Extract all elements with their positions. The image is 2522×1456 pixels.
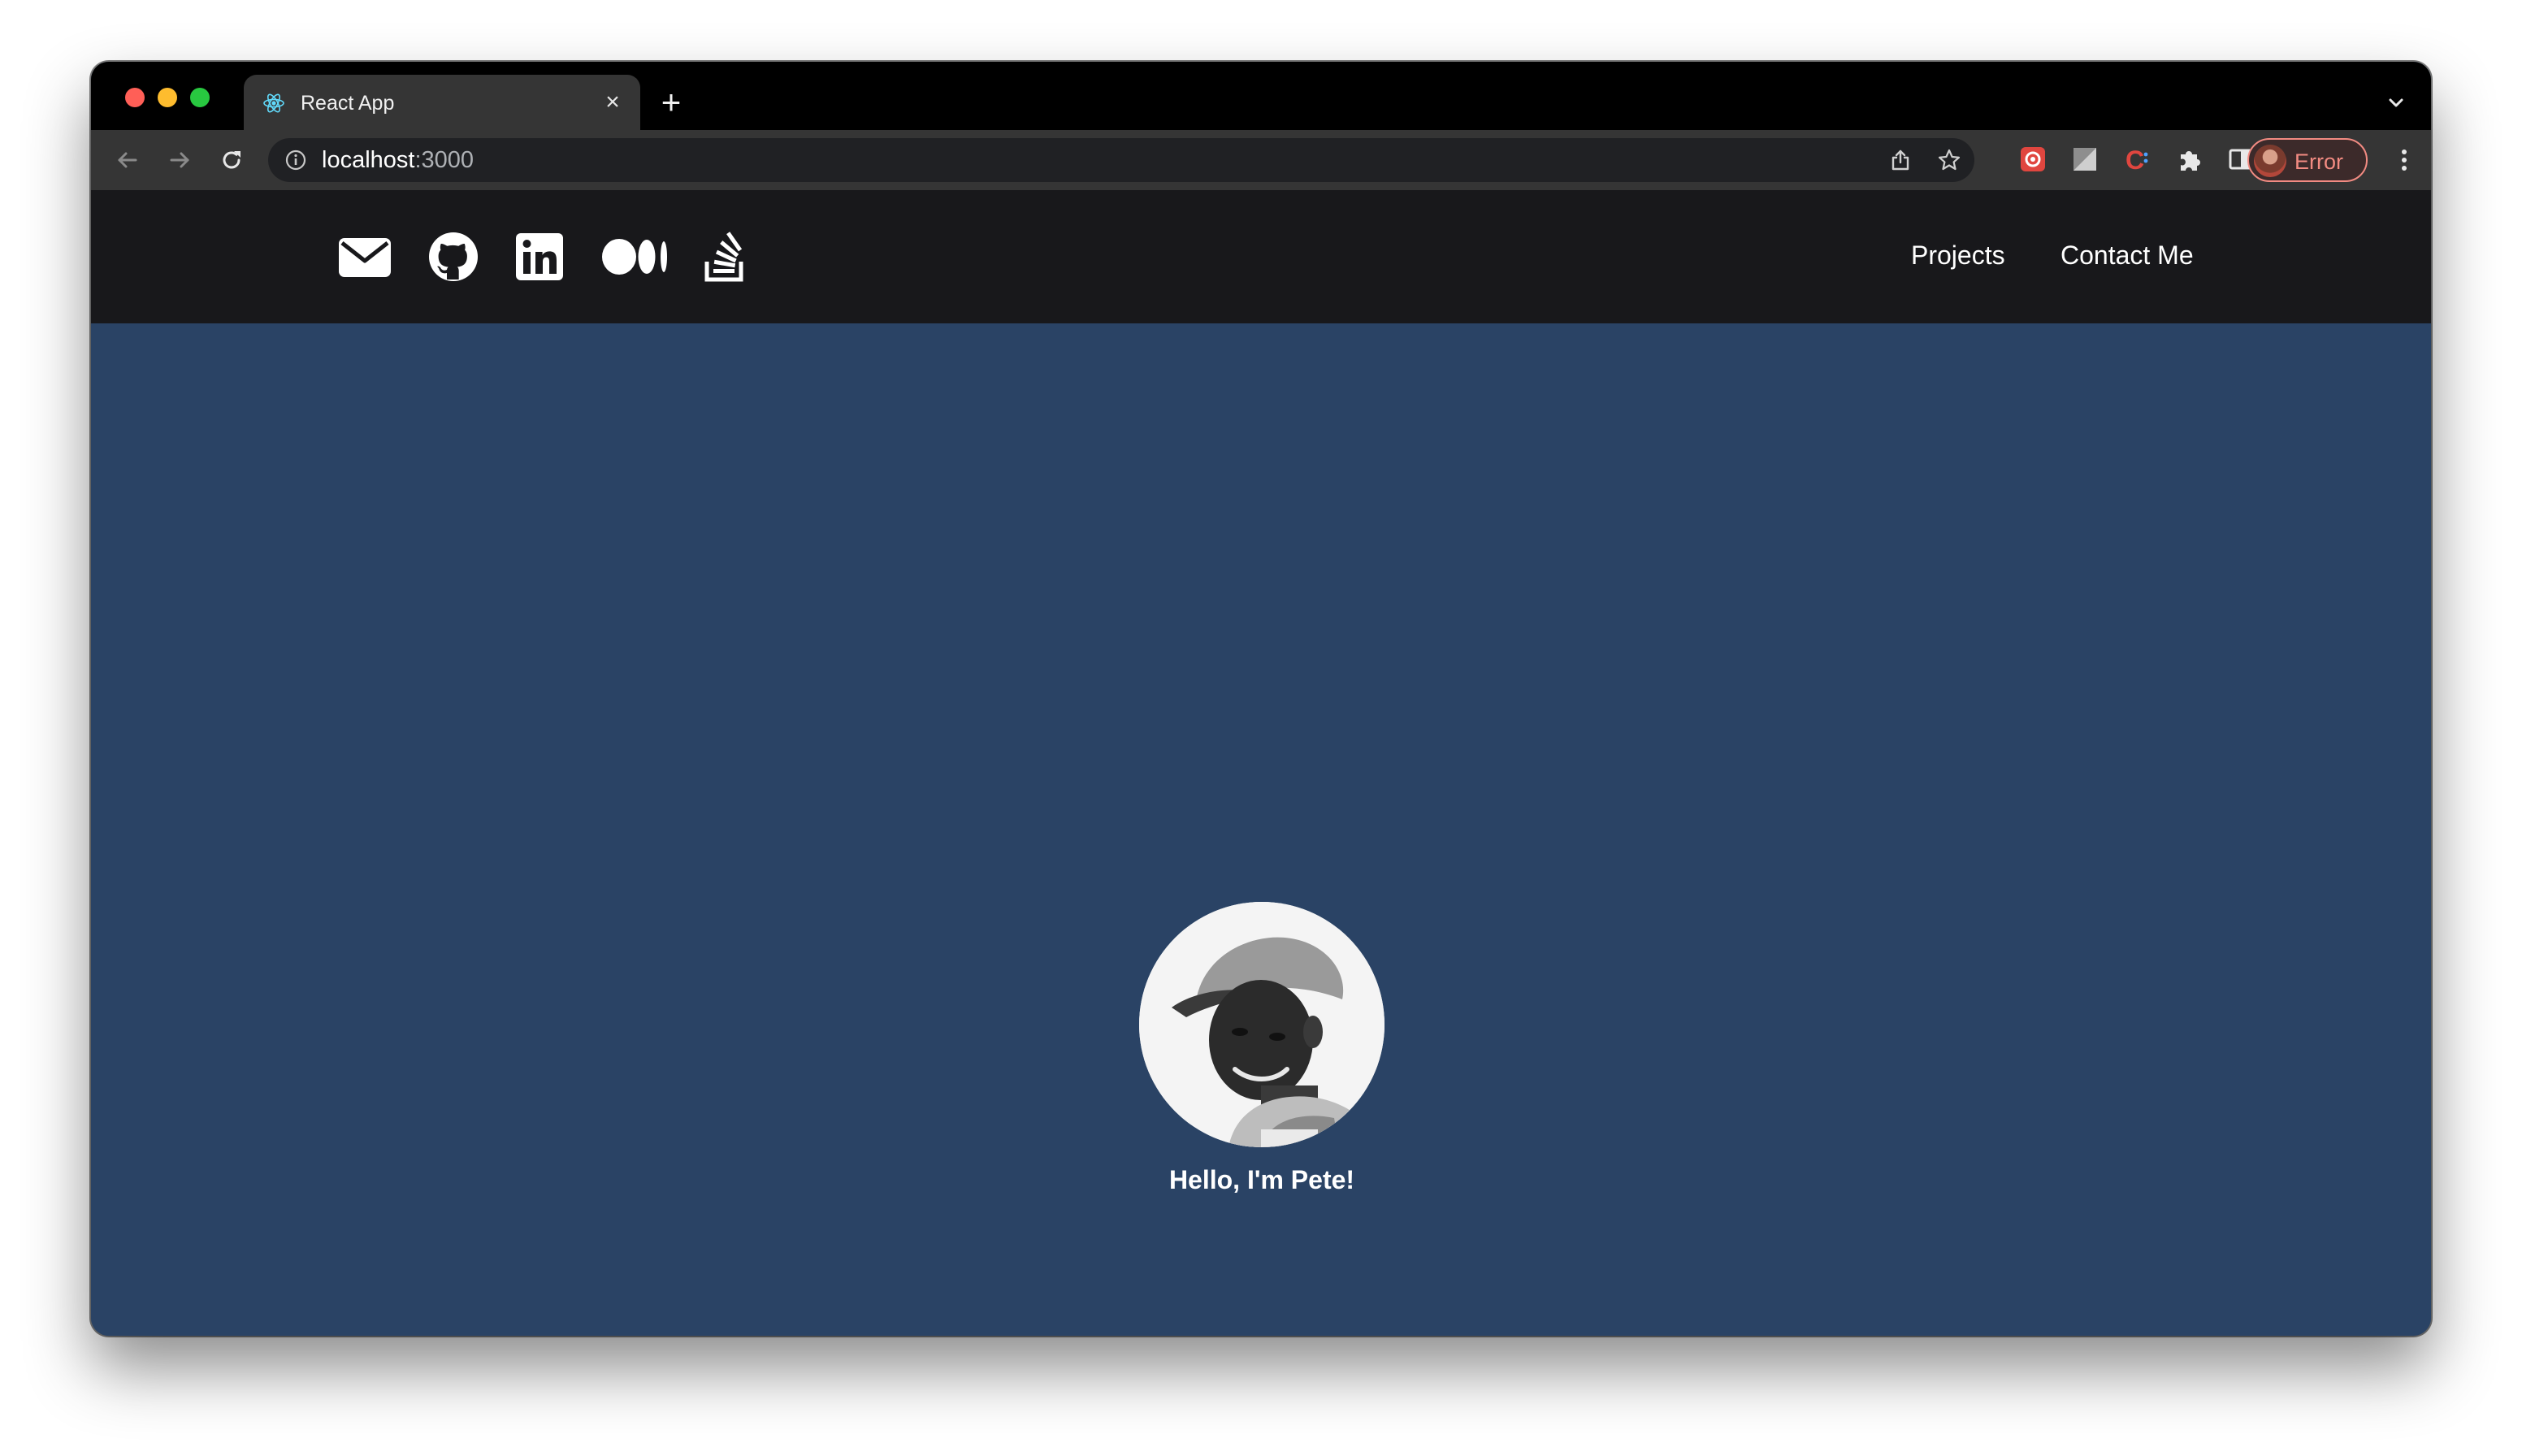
site-header: Projects Contact Me [91, 190, 2431, 323]
svg-text:C: C [2126, 145, 2144, 174]
github-link[interactable] [427, 231, 479, 283]
profile-status-label: Error [2294, 150, 2343, 174]
tab-strip: React App × + [91, 62, 2431, 130]
linkedin-link[interactable] [515, 231, 564, 283]
address-bar[interactable]: localhost:3000 [268, 138, 1974, 182]
email-link[interactable] [338, 231, 392, 283]
info-icon[interactable] [284, 149, 307, 171]
medium-icon [602, 239, 667, 275]
maximize-window-button[interactable] [190, 88, 210, 107]
browser-tab[interactable]: React App × [244, 75, 640, 130]
more-menu-icon[interactable] [2390, 145, 2418, 176]
avatar [1139, 902, 1384, 1147]
url-port: :3000 [414, 147, 474, 173]
extension-red-icon[interactable] [2018, 145, 2048, 174]
avatar-photo [1139, 902, 1384, 1147]
bookmark-star-icon[interactable] [1937, 148, 1961, 172]
new-tab-button[interactable]: + [655, 85, 687, 119]
nav-contact-link[interactable]: Contact Me [2060, 239, 2194, 271]
stackoverflow-icon [704, 232, 743, 282]
react-icon [263, 93, 284, 113]
linkedin-icon [516, 233, 563, 280]
nav-projects-link[interactable]: Projects [1911, 239, 2005, 271]
minimize-window-button[interactable] [158, 88, 177, 107]
back-arrow-icon[interactable] [112, 145, 143, 176]
tab-close-button[interactable]: × [600, 89, 626, 115]
chevron-down-icon[interactable] [2384, 91, 2408, 115]
extension-gray-icon[interactable] [2070, 145, 2100, 174]
reload-icon[interactable] [216, 145, 247, 176]
medium-link[interactable] [601, 231, 670, 283]
browser-toolbar: localhost:3000 C Error [91, 130, 2431, 190]
github-icon [429, 232, 478, 281]
share-icon[interactable] [1888, 148, 1913, 172]
close-window-button[interactable] [125, 88, 145, 107]
puzzle-piece-icon[interactable] [2174, 145, 2204, 174]
url-host: localhost [322, 147, 415, 173]
profile-avatar [2254, 145, 2286, 177]
stackoverflow-link[interactable] [704, 231, 748, 283]
forward-arrow-icon[interactable] [164, 145, 195, 176]
tab-title: React App [301, 92, 395, 115]
page-content: Projects Contact Me Hello, I'm Pete! [91, 190, 2431, 1336]
envelope-icon [339, 238, 391, 277]
profile-button[interactable]: Error [2247, 138, 2368, 182]
browser-window: React App × + localhost:3000 C Error Pro… [91, 62, 2431, 1336]
hero-greeting: Hello, I'm Pete! [1168, 1165, 1355, 1194]
extension-c-icon[interactable]: C [2122, 145, 2152, 174]
url-text: localhost:3000 [322, 148, 474, 172]
